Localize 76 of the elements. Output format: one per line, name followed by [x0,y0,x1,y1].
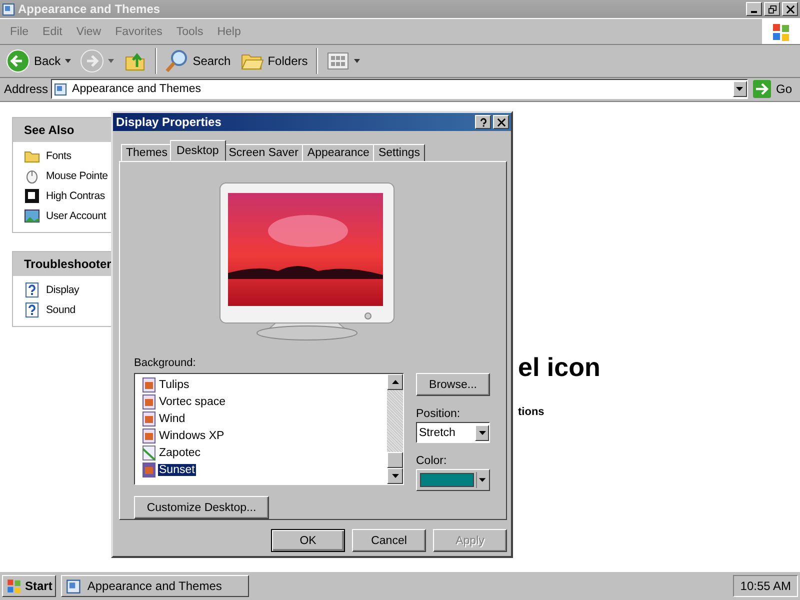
list-item[interactable]: Zapotec [158,446,202,458]
image-file-icon [141,376,157,392]
help-icon [24,282,40,298]
scroll-thumb[interactable] [387,452,403,468]
tab[interactable]: Themes [121,144,173,161]
panel-link[interactable]: Display [46,284,80,296]
caret-icon [64,59,71,63]
scroll-down-icon [392,474,398,478]
image-file-icon [141,462,157,478]
control-panel-icon [66,578,82,594]
close-button[interactable] [782,2,798,16]
image-file-icon [141,410,157,426]
dropdown-arrow-button[interactable] [732,81,747,97]
list-item[interactable]: Wind [158,412,186,424]
panel-link[interactable]: Mouse Pointe [46,170,108,182]
folders-button[interactable]: Folders [236,47,311,75]
dialog-button[interactable]: OK [271,529,345,552]
list-item[interactable]: Sunset [158,464,196,476]
caret-icon [479,478,486,482]
search-button[interactable]: Search [162,47,234,75]
control-panel-icon [54,82,68,96]
back-button[interactable]: Back [3,47,74,75]
panel-link[interactable]: Fonts [46,150,72,162]
panel-link[interactable]: High Contras [46,190,105,202]
address-field[interactable]: Appearance and Themes [51,79,748,99]
position-dropdown[interactable]: Stretch [416,422,490,443]
go-arrow-icon [752,80,771,98]
image-file-icon [141,394,157,410]
clock: 10:55 AM [733,575,798,597]
control-panel-icon [2,2,16,16]
caret-icon [354,59,360,63]
taskbar-button[interactable]: Appearance and Themes [61,575,250,597]
minimize-button[interactable] [746,2,762,16]
picture-icon [24,208,40,224]
help-icon [24,302,40,318]
color-picker-button[interactable] [416,469,490,491]
page-heading: el icon [518,352,602,383]
scroll-up-icon [392,380,398,384]
start-button[interactable]: Start [2,575,56,597]
help-button[interactable] [475,115,491,129]
minimize-icon [751,11,757,13]
dialog-button[interactable]: Cancel [352,529,426,552]
restore-icon [768,4,776,14]
search-icon [164,49,189,73]
close-icon [496,118,506,126]
restore-button[interactable] [764,2,780,16]
caret-icon [108,59,114,63]
position-label: Position: [416,408,462,420]
list-item[interactable]: Vortec space [158,396,226,408]
image-file-icon [141,428,157,444]
background-label: Background: [134,357,197,369]
close-button[interactable] [493,115,509,129]
windows-logo-icon [6,578,22,594]
caret-icon [736,87,744,91]
go-button[interactable]: Go [750,80,798,98]
list-item[interactable]: Tulips [158,378,190,390]
window-title: Appearance and Themes [18,2,160,16]
web-page-icon [141,444,157,460]
address-label: Address [4,82,48,96]
scrollbar[interactable] [387,374,403,484]
dialog-title: Display Properties [116,115,222,129]
close-icon [786,4,794,14]
tab[interactable]: Settings [373,144,426,161]
caret-icon [478,430,486,434]
section-heading: tions [518,406,546,418]
tab[interactable]: Appearance [302,144,374,161]
list-item[interactable]: Windows XP [158,430,226,442]
contrast-icon [24,188,40,204]
panel-link[interactable]: Sound [46,304,76,316]
help-icon [478,118,488,126]
customize-desktop-button[interactable]: Customize Desktop... [134,496,269,519]
browse-button[interactable]: Browse... [416,373,490,396]
tab[interactable]: Desktop [170,140,226,161]
mouse-icon [24,168,40,184]
panel-link[interactable]: User Account [46,210,106,222]
color-label: Color: [416,455,448,467]
